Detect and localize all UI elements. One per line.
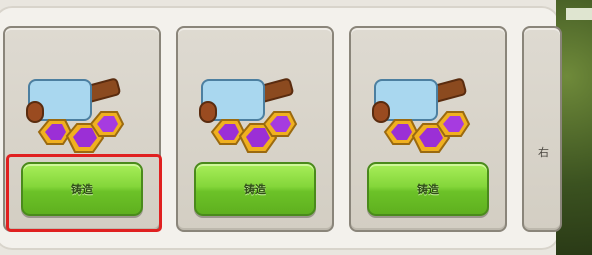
hammer-with-gems-icon	[199, 78, 298, 153]
craft-button-label: 铸造	[417, 184, 439, 196]
craft-card-4-partial[interactable]: 右	[522, 26, 562, 232]
craft-button-2[interactable]: 铸造	[194, 162, 316, 216]
craft-card-3: 铸造	[349, 26, 507, 232]
selection-highlight	[6, 154, 162, 232]
craft-card-2: 铸造	[176, 26, 334, 232]
hammer-with-gems-icon	[372, 78, 471, 153]
edge-strip	[566, 8, 592, 20]
craft-button-label: 铸造	[244, 184, 266, 196]
craft-button-3[interactable]: 铸造	[367, 162, 489, 216]
partial-card-label: 右	[538, 147, 549, 159]
hammer-with-gems-icon	[26, 78, 125, 153]
